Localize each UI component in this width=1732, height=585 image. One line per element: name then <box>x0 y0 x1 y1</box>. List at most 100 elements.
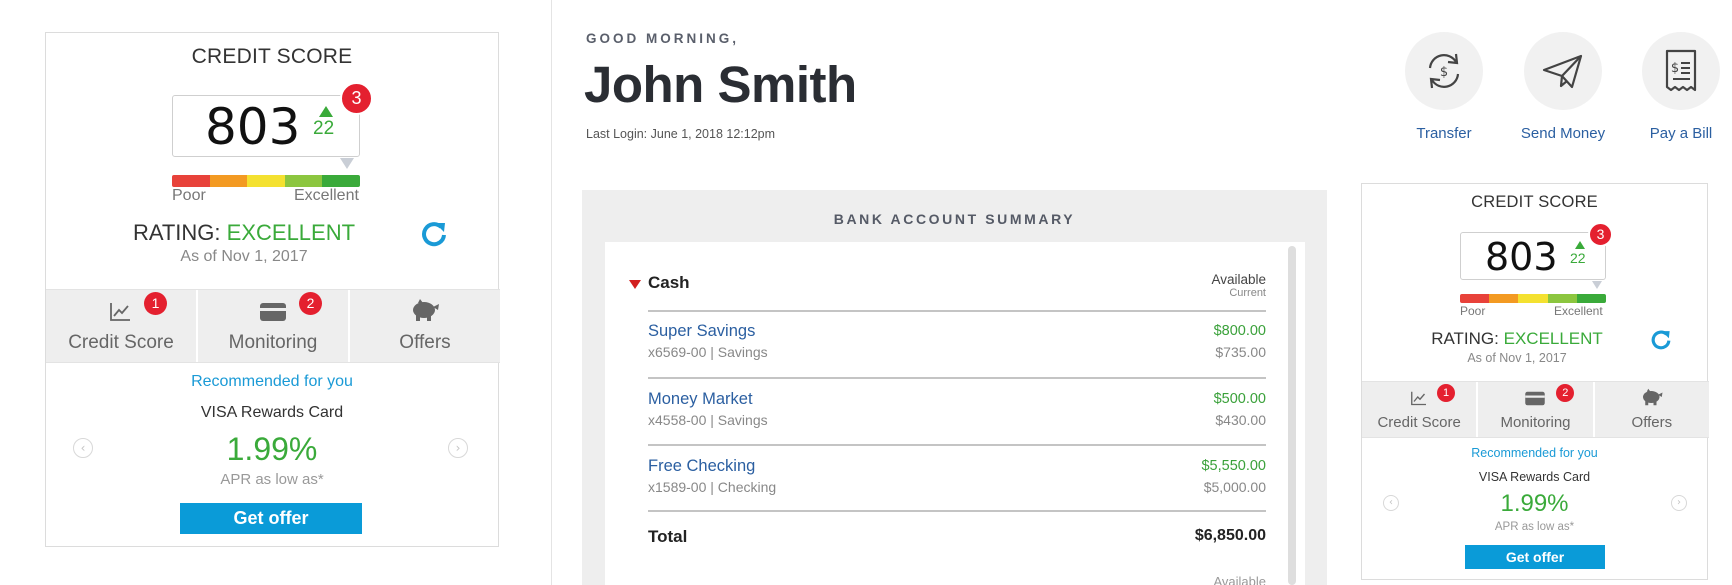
svg-text:$: $ <box>1671 61 1679 76</box>
account-current: $735.00 <box>1215 344 1266 360</box>
score-notification-badge[interactable]: 3 <box>1588 222 1613 247</box>
divider <box>648 377 1266 379</box>
offer-card-name: VISA Rewards Card <box>200 404 344 421</box>
card-icon <box>1524 391 1546 411</box>
tab-badge-monitoring: 2 <box>299 292 322 315</box>
chart-icon <box>1410 391 1427 411</box>
send-money-action[interactable]: Send Money <box>1518 32 1608 142</box>
divider <box>648 510 1266 512</box>
credit-score-title: CREDIT SCORE <box>1471 193 1598 211</box>
account-number: x4558-00 | Savings <box>648 412 768 428</box>
account-current: $430.00 <box>1215 412 1266 428</box>
account-number: x1589-00 | Checking <box>648 479 777 495</box>
total-value: $6,850.00 <box>1194 527 1266 544</box>
tab-badge-credit-score: 1 <box>144 292 167 315</box>
tab-monitoring[interactable]: 2 Monitoring <box>1478 382 1595 437</box>
collapse-arrow-icon[interactable] <box>629 280 641 289</box>
tab-badge-credit-score: 1 <box>1437 384 1455 402</box>
rating: RATING: EXCELLENT <box>1362 329 1672 349</box>
rating-label: RATING: <box>1431 329 1499 348</box>
account-name[interactable]: Super Savings <box>648 322 755 341</box>
refresh-icon[interactable] <box>420 219 448 252</box>
score-notification-badge[interactable]: 3 <box>340 82 373 115</box>
rating: RATING: EXCELLENT <box>46 220 442 246</box>
pay-bill-label: Pay a Bill <box>1649 125 1713 142</box>
chart-icon <box>109 302 131 327</box>
paper-plane-icon <box>1524 32 1602 110</box>
credit-score-title: CREDIT SCORE <box>191 45 353 68</box>
tab-label-monitoring: Monitoring <box>228 332 318 353</box>
pay-bill-action[interactable]: $ Pay a Bill <box>1636 32 1726 142</box>
scale-label-poor: Poor <box>172 187 206 204</box>
score-change: 22 <box>313 118 335 139</box>
summary-title: BANK ACCOUNT SUMMARY <box>833 211 1076 227</box>
summary-scrollbar[interactable] <box>1288 246 1296 585</box>
score-scale-bar <box>172 175 360 187</box>
panel-divider <box>551 0 552 585</box>
tab-offers[interactable]: Offers <box>1595 382 1709 437</box>
refresh-icon[interactable] <box>1650 328 1672 355</box>
col-current: Current <box>1229 287 1266 299</box>
account-number: x6569-00 | Savings <box>648 344 768 360</box>
account-name[interactable]: Free Checking <box>648 457 755 476</box>
account-available: $800.00 <box>1213 323 1266 339</box>
rating-label: RATING: <box>132 220 221 245</box>
as-of-date: As of Nov 1, 2017 <box>180 248 308 265</box>
tab-label-credit-score: Credit Score <box>68 332 174 353</box>
tab-badge-monitoring: 2 <box>1556 384 1575 402</box>
tab-monitoring[interactable]: 2 Monitoring <box>198 290 350 362</box>
offer-apr: 1.99% <box>1500 490 1569 517</box>
total-label: Total <box>648 527 688 546</box>
send-money-label: Send Money <box>1520 125 1606 142</box>
divider <box>648 310 1266 312</box>
tab-credit-score[interactable]: 1 Credit Score <box>1362 382 1479 437</box>
credit-score-value: 803 <box>205 98 301 156</box>
score-box: 803 22 <box>1460 232 1606 280</box>
scale-label-excellent: Excellent <box>294 187 359 204</box>
rating-value: EXCELLENT <box>226 220 356 245</box>
piggy-bank-icon <box>1640 388 1664 411</box>
score-box: 803 22 <box>172 95 360 157</box>
tab-offers[interactable]: Offers <box>350 290 500 362</box>
offer-apr-note: APR as low as* <box>220 471 324 488</box>
transfer-action[interactable]: $ Transfer <box>1399 32 1489 142</box>
tab-credit-score[interactable]: 1 Credit Score <box>46 290 198 362</box>
tab-label-offers: Offers <box>399 332 451 353</box>
recommended-heading: Recommended for you <box>191 373 353 390</box>
score-marker-icon <box>340 158 354 169</box>
as-of-date: As of Nov 1, 2017 <box>1467 351 1567 365</box>
next-section-available: Available <box>1213 574 1266 585</box>
score-scale-bar <box>1460 294 1606 303</box>
scale-label-excellent: Excellent <box>1554 304 1603 318</box>
account-current: $5,000.00 <box>1203 479 1266 495</box>
divider <box>648 444 1266 446</box>
section-cash[interactable]: Cash <box>648 273 690 293</box>
credit-tabs: 1 Credit Score 2 Monitoring Offers <box>46 289 500 363</box>
tab-label-offers: Offers <box>1631 414 1673 431</box>
rating-value: EXCELLENT <box>1503 329 1603 348</box>
offer-card-name: VISA Rewards Card <box>1478 470 1591 484</box>
offer-apr-note: APR as low as* <box>1494 521 1575 533</box>
score-change: 22 <box>1570 250 1586 266</box>
credit-score-widget-small: CREDIT SCORE 803 22 3 Poor Excellent RAT… <box>1361 183 1709 580</box>
piggy-bank-icon <box>409 298 441 327</box>
card-icon <box>259 302 287 327</box>
last-login: Last Login: June 1, 2018 12:12pm <box>586 127 776 141</box>
user-name: John Smith <box>584 56 857 113</box>
account-available: $500.00 <box>1213 391 1266 407</box>
bill-icon: $ <box>1642 32 1720 110</box>
get-offer-button[interactable]: Get offer <box>1465 545 1605 569</box>
col-available: Available <box>1211 272 1266 287</box>
svg-text:$: $ <box>1440 65 1448 80</box>
score-up-icon <box>319 106 333 117</box>
get-offer-button[interactable]: Get offer <box>180 503 362 534</box>
scale-label-poor: Poor <box>1460 304 1486 318</box>
transfer-icon: $ <box>1405 32 1483 110</box>
account-name[interactable]: Money Market <box>648 390 753 409</box>
credit-score-widget-large: CREDIT SCORE 803 22 3 Poor Excellent RAT… <box>45 32 500 547</box>
offer-apr: 1.99% <box>226 431 318 467</box>
tab-label-credit-score: Credit Score <box>1377 414 1461 431</box>
score-marker-icon <box>1592 281 1602 289</box>
credit-score-value: 803 <box>1485 235 1558 279</box>
summary-panel: Cash Available Current Super Savings x65… <box>605 242 1305 585</box>
